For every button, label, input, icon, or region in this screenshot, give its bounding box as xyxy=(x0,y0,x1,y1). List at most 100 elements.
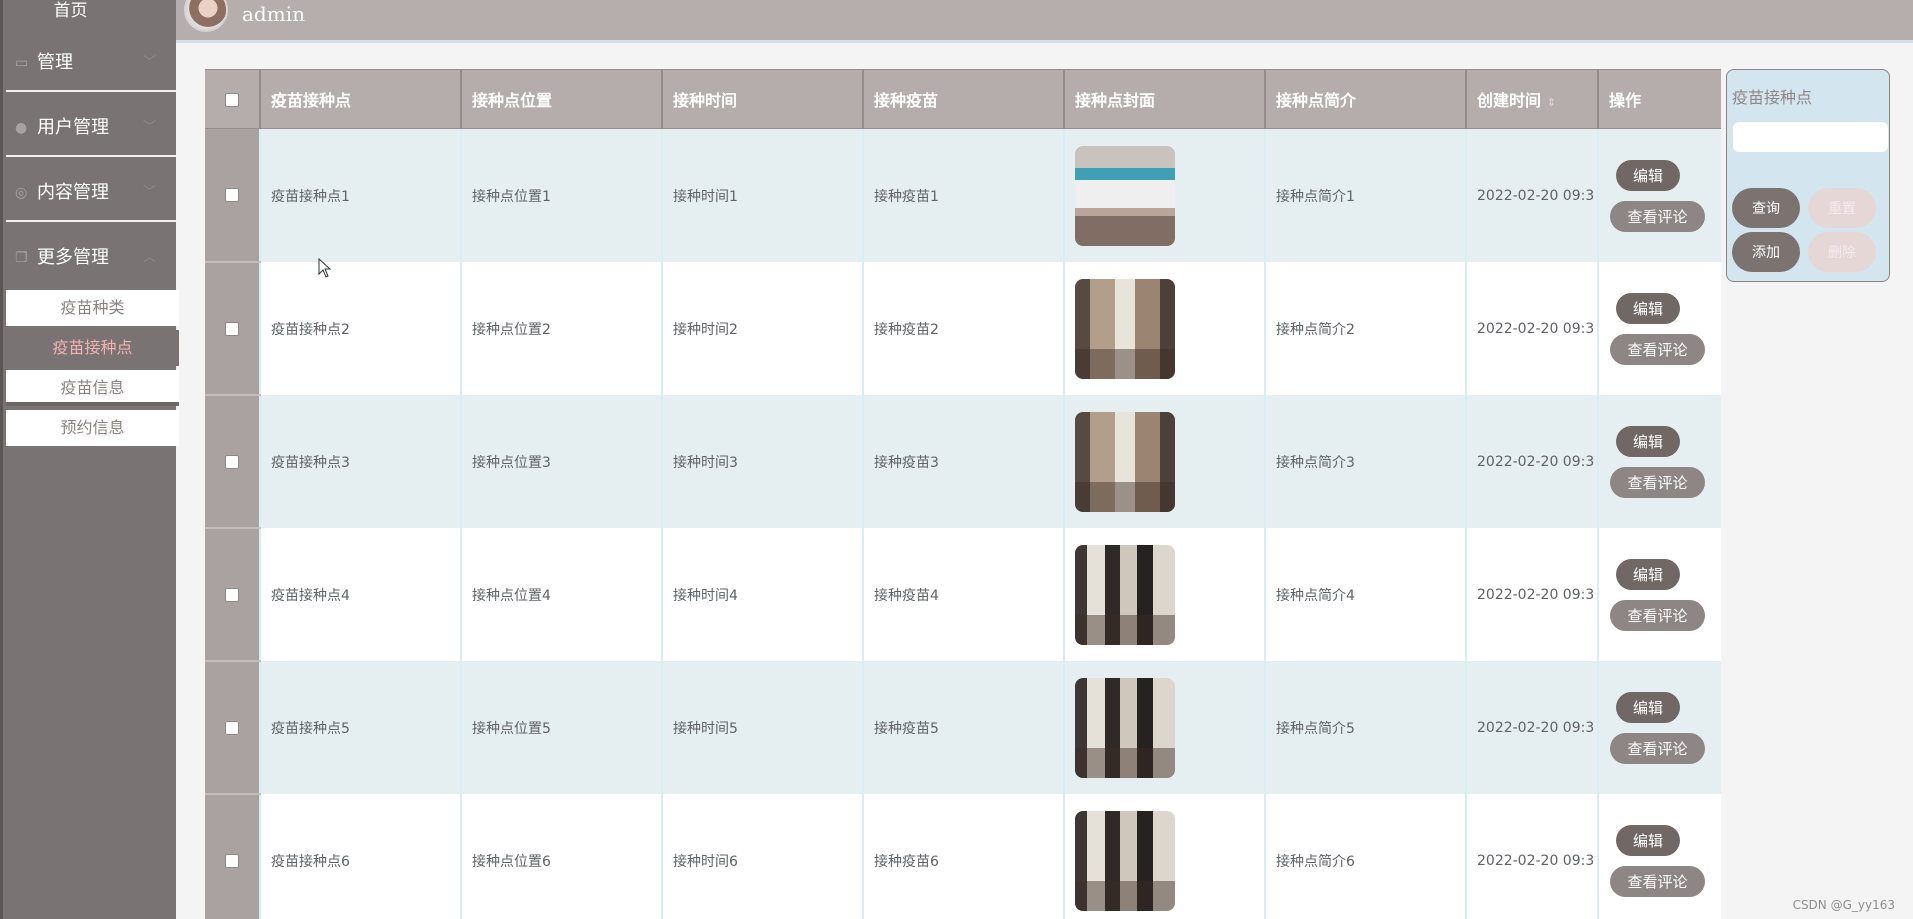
divider xyxy=(6,155,177,157)
sidebar-menu-more-management[interactable]: ❐ 更多管理 ︿ xyxy=(3,227,176,289)
cell-intro: 接种点简介1 xyxy=(1264,128,1466,262)
view-comments-button[interactable]: 查看评论 xyxy=(1610,201,1705,232)
sidebar-home-link[interactable]: 首页 xyxy=(3,0,138,22)
cell-time: 接种时间2 xyxy=(661,262,863,395)
cell-actions: 编辑查看评论 xyxy=(1597,262,1721,395)
select-all-checkbox[interactable] xyxy=(225,93,239,107)
delete-button[interactable]: 删除 xyxy=(1808,232,1876,272)
cell-actions: 编辑查看评论 xyxy=(1597,395,1721,528)
query-button[interactable]: 查询 xyxy=(1732,188,1800,228)
row-checkbox[interactable] xyxy=(225,587,239,602)
row-checkbox[interactable] xyxy=(225,321,239,336)
cell-created: 2022-02-20 09:3 xyxy=(1465,262,1598,395)
cover-image[interactable] xyxy=(1075,677,1175,778)
edit-button[interactable]: 编辑 xyxy=(1616,559,1680,590)
cell-created: 2022-02-20 09:3 xyxy=(1465,528,1598,661)
edit-button[interactable]: 编辑 xyxy=(1616,293,1680,324)
cell-cover xyxy=(1063,262,1265,395)
cell-vaccine: 接种疫苗3 xyxy=(862,395,1064,528)
column-header-site: 疫苗接种点 xyxy=(259,69,461,129)
cell-time: 接种时间5 xyxy=(661,661,863,794)
cover-image[interactable] xyxy=(1075,810,1175,911)
cell-location: 接种点位置2 xyxy=(460,262,662,395)
row-select-cell xyxy=(205,128,260,263)
cell-location: 接种点位置3 xyxy=(460,395,662,528)
cell-created: 2022-02-20 09:3 xyxy=(1465,661,1598,794)
cover-image[interactable] xyxy=(1075,278,1175,379)
cell-cover xyxy=(1063,794,1265,919)
add-button[interactable]: 添加 xyxy=(1732,232,1800,272)
column-header-created[interactable]: 创建时间 ⇕ xyxy=(1465,69,1598,129)
sidebar-item-vaccine-type[interactable]: 疫苗种类 xyxy=(6,290,179,326)
data-table-container: 疫苗接种点 接种点位置 接种时间 接种疫苗 接种点封面 接种点简介 创建时间 ⇕… xyxy=(205,69,1721,919)
sidebar-menu-content-management[interactable]: ◎ 内容管理 ﹀ xyxy=(3,162,176,224)
sidebar: 首页 ▭ 管理 ﹀ ● 用户管理 ﹀ ◎ 内容管理 ﹀ ❐ 更多管理 ︿ 疫苗种… xyxy=(0,0,179,919)
table-row: 疫苗接种点5 接种点位置5 接种时间5 接种疫苗5 接种点简介5 2022-02… xyxy=(205,661,1721,795)
more-icon: ❐ xyxy=(15,250,28,266)
cell-cover xyxy=(1063,395,1265,528)
view-comments-button[interactable]: 查看评论 xyxy=(1610,733,1705,764)
view-comments-button[interactable]: 查看评论 xyxy=(1610,866,1705,897)
row-checkbox[interactable] xyxy=(225,853,239,868)
cell-location: 接种点位置4 xyxy=(460,528,662,661)
menu-label: 更多管理 xyxy=(37,247,109,268)
cell-actions: 编辑查看评论 xyxy=(1597,128,1721,262)
cell-site: 疫苗接种点4 xyxy=(259,528,461,661)
menu-label: 内容管理 xyxy=(37,182,109,203)
view-comments-button[interactable]: 查看评论 xyxy=(1610,467,1705,498)
row-select-cell xyxy=(205,794,260,919)
cell-created: 2022-02-20 09:3 xyxy=(1465,794,1598,919)
mouse-cursor-icon xyxy=(318,258,332,278)
row-select-cell xyxy=(205,395,260,529)
edit-button[interactable]: 编辑 xyxy=(1616,825,1680,856)
cell-location: 接种点位置1 xyxy=(460,128,662,262)
user-icon: ● xyxy=(15,120,28,136)
cell-intro: 接种点简介4 xyxy=(1264,528,1466,661)
menu-label: 用户管理 xyxy=(37,117,109,138)
cell-created: 2022-02-20 09:3 xyxy=(1465,395,1598,528)
reset-button[interactable]: 重置 xyxy=(1808,188,1876,228)
cover-image[interactable] xyxy=(1075,411,1175,512)
cell-vaccine: 接种疫苗4 xyxy=(862,528,1064,661)
edit-button[interactable]: 编辑 xyxy=(1616,160,1680,191)
row-checkbox[interactable] xyxy=(225,188,239,202)
cover-image[interactable] xyxy=(1075,145,1175,246)
edit-button[interactable]: 编辑 xyxy=(1616,426,1680,457)
sidebar-menu-management[interactable]: ▭ 管理 ﹀ xyxy=(3,32,176,94)
view-comments-button[interactable]: 查看评论 xyxy=(1610,600,1705,631)
chevron-down-icon: ﹀ xyxy=(143,55,157,70)
cell-vaccine: 接种疫苗6 xyxy=(862,794,1064,919)
search-input[interactable] xyxy=(1733,122,1888,152)
table-row: 疫苗接种点3 接种点位置3 接种时间3 接种疫苗3 接种点简介3 2022-02… xyxy=(205,395,1721,529)
chevron-down-icon: ﹀ xyxy=(143,185,157,200)
view-comments-button[interactable]: 查看评论 xyxy=(1610,334,1705,365)
sidebar-item-vaccine-info[interactable]: 疫苗信息 xyxy=(6,370,179,406)
cell-time: 接种时间3 xyxy=(661,395,863,528)
row-checkbox[interactable] xyxy=(225,720,239,735)
cover-image[interactable] xyxy=(1075,544,1175,645)
sidebar-item-vaccination-site[interactable]: 疫苗接种点 xyxy=(6,330,179,366)
table-row: 疫苗接种点6 接种点位置6 接种时间6 接种疫苗6 接种点简介6 2022-02… xyxy=(205,794,1721,919)
cell-vaccine: 接种疫苗2 xyxy=(862,262,1064,395)
sidebar-menu-user-management[interactable]: ● 用户管理 ﹀ xyxy=(3,97,176,159)
cell-vaccine: 接种疫苗1 xyxy=(862,128,1064,262)
avatar[interactable] xyxy=(184,0,228,32)
cell-cover xyxy=(1063,128,1265,262)
column-header-cover: 接种点封面 xyxy=(1063,69,1265,129)
cell-location: 接种点位置6 xyxy=(460,794,662,919)
edit-button[interactable]: 编辑 xyxy=(1616,692,1680,723)
sort-icon[interactable]: ⇕ xyxy=(1547,96,1556,109)
message-icon: ▭ xyxy=(15,55,29,71)
top-bar: admin xyxy=(176,0,1913,43)
search-panel: 疫苗接种点 查询 重置 添加 删除 xyxy=(1726,69,1890,282)
row-select-cell xyxy=(205,528,260,662)
cell-intro: 接种点简介5 xyxy=(1264,661,1466,794)
sidebar-item-appointment-info[interactable]: 预约信息 xyxy=(6,410,179,446)
cell-intro: 接种点简介3 xyxy=(1264,395,1466,528)
cell-intro: 接种点简介2 xyxy=(1264,262,1466,395)
chevron-down-icon: ﹀ xyxy=(143,120,157,135)
cell-cover xyxy=(1063,528,1265,661)
cell-actions: 编辑查看评论 xyxy=(1597,794,1721,919)
column-header-location: 接种点位置 xyxy=(460,69,662,129)
row-checkbox[interactable] xyxy=(225,454,239,469)
